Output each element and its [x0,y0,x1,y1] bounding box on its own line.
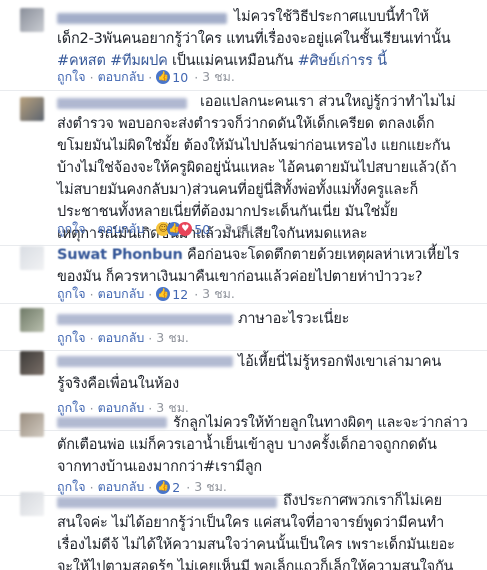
comment-line: จะให้ไปตามสอดรู้ๆ ไม่เคยเห็นมี พอเล็กแถว… [57,559,454,570]
like-button[interactable]: ถูกใจ [57,328,86,348]
comment-line: เด็ก2-3พันคนอยากรู้ว่าใคร แทนที่เรื่องจะ… [57,31,451,47]
comment: ถึงประกาศพวกเราก็ไม่เคย สนใจค่ะ ไม่ได้อย… [0,492,487,570]
like-reaction-icon: 👍 [156,287,171,301]
avatar[interactable] [20,246,44,270]
comment-line: เออแปลกนะคนเรา ส่วนใหญ่รู้กว่าทำไมไม่ [200,94,456,110]
comment-line: เรื่องไม่ดีจ้ ไม่ได้ให้ความสนใจว่าคนนั้น… [57,537,455,553]
separator: · [89,221,94,237]
comment-text: ถึงประกาศพวกเราก็ไม่เคย สนใจค่ะ ไม่ได้อย… [57,490,477,570]
avatar[interactable] [20,97,44,121]
comment-feed: ไม่ควรใช้วิธีประกาศแบบนี้ทำให้ เด็ก2-3พั… [0,0,487,570]
separator: · [148,286,153,302]
reply-button[interactable]: ตอบกลับ [98,328,145,348]
reaction-count[interactable]: 50 [194,222,210,237]
comment: รักลูกไม่ควรให้ท้ายลูกในทางผิดๆ และจะว่า… [0,413,487,496]
avatar[interactable] [20,8,44,32]
like-button[interactable]: ถูกใจ [57,219,86,239]
comment-line: ขโมยมันไม่ผิดใช่มั้ย ต้องให้มันไปปล้นฆ่า… [57,138,451,154]
hashtag-link[interactable]: #ศิษย์เก่ารร นี้ [298,53,387,69]
commenter-name[interactable]: Suwat Phonbun [57,247,183,263]
comment-line: ไอ้เหี้ยนี่ไม่รู้หรอกฟังเขาเล่ามาคน [238,354,442,370]
comment-text: ภาษาอะไรวะเนี่ยะ [57,308,477,330]
comment-line: บ้างไม่ใช่จ้องจะให้ครูผิดอยู่นั่นแหละ ไอ… [57,160,457,176]
comment-line: ส่งตำรวจ พอบอกจะส่งตำรวจก็ว่ากดดันให้เด็… [57,116,435,132]
comment-text: ไม่ควรใช้วิธีประกาศแบบนี้ทำให้ เด็ก2-3พั… [57,6,477,72]
comment-line: รู้จริงคือเพื่อนในห้อง [57,376,180,392]
separator: · [216,221,221,237]
avatar[interactable] [20,308,44,332]
comment-line: ภาษาอะไรวะเนี่ยะ [238,311,350,327]
comment-line: จากทางบ้านเองมากกว่า#เรามีลูก [57,459,263,475]
separator: · [89,69,94,85]
reply-button[interactable]: ตอบกลับ [98,284,145,304]
comment-first-line: คือก่อนจะโดดตึกตายด้วยเหตุผลห่าเหวเหี้ยไ… [187,247,460,263]
comment-text: รักลูกไม่ควรให้ท้ายลูกในทางผิดๆ และจะว่า… [57,412,477,478]
avatar[interactable] [20,492,44,516]
comment-actions: ถูกใจ · ตอบกลับ · 👍 12 · 3 ชม. [57,284,235,304]
timestamp[interactable]: 3 ชม. [156,328,189,348]
like-button[interactable]: ถูกใจ [57,284,86,304]
timestamp[interactable]: 3 ชม. [202,284,235,304]
comment-text: ไอ้เหี้ยนี่ไม่รู้หรอกฟังเขาเล่ามาคน รู้จ… [57,351,477,395]
comment-line: รักลูกไม่ควรให้ท้ายลูกในทางผิดๆ และจะว่า… [173,415,468,431]
separator: · [148,221,153,237]
avatar[interactable] [20,351,44,375]
separator: · [148,330,153,346]
comment-actions: ถูกใจ · ตอบกลับ · ☺ 👍 ♥ 50 · 3 ชม. [57,219,257,239]
separator: · [194,69,199,85]
comment-line: ไม่ควรใช้วิธีประกาศแบบนี้ทำให้ [234,9,429,25]
reply-button[interactable]: ตอบกลับ [98,67,145,87]
comment-line: ตักเตือนพ่อ แม่ก็ควรเอาน้ำเย็นเข้าลูบ บา… [57,437,437,453]
comment-line: ถึงประกาศพวกเราก็ไม่เคย [283,493,442,509]
comment: เออแปลกนะคนเรา ส่วนใหญ่รู้กว่าทำไมไม่ ส่… [0,90,487,246]
comment: ภาษาอะไรวะเนี่ยะ ถูกใจ · ตอบกลับ · 3 ชม. [0,303,487,351]
comment: ไม่ควรใช้วิธีประกาศแบบนี้ทำให้ เด็ก2-3พั… [0,0,487,90]
avatar[interactable] [20,413,44,437]
comment-actions: ถูกใจ · ตอบกลับ · 3 ชม. [57,328,189,348]
like-button[interactable]: ถูกใจ [57,67,86,87]
comment-line: สนใจค่ะ ไม่ได้อยากรู้ว่าเป็นใคร แค่สนใจท… [57,515,445,531]
separator: · [89,286,94,302]
love-reaction-icon: ♥ [178,222,193,236]
timestamp[interactable]: 3 ชม. [202,67,235,87]
reaction-count[interactable]: 10 [172,70,188,85]
separator: · [194,286,199,302]
timestamp[interactable]: 3 ชม. [224,219,257,239]
comment: Suwat Phonbun คือก่อนจะโดดตึกตายด้วยเหตุ… [0,245,487,304]
comment-actions: ถูกใจ · ตอบกลับ · 👍 10 · 3 ชม. [57,67,235,87]
comment-line: ไม่สบายมันคงกลับมา)ส่วนคนที่อยู่นี่สิทั้… [57,182,419,198]
like-reaction-icon: 👍 [156,70,171,84]
reply-button[interactable]: ตอบกลับ [98,219,145,239]
separator: · [89,330,94,346]
reaction-count[interactable]: 12 [172,287,188,302]
comment-text: Suwat Phonbun คือก่อนจะโดดตึกตายด้วยเหตุ… [57,244,477,288]
separator: · [148,69,153,85]
comment-line: Suwat Phonbun คือก่อนจะโดดตึกตายด้วยเหตุ… [57,244,477,266]
